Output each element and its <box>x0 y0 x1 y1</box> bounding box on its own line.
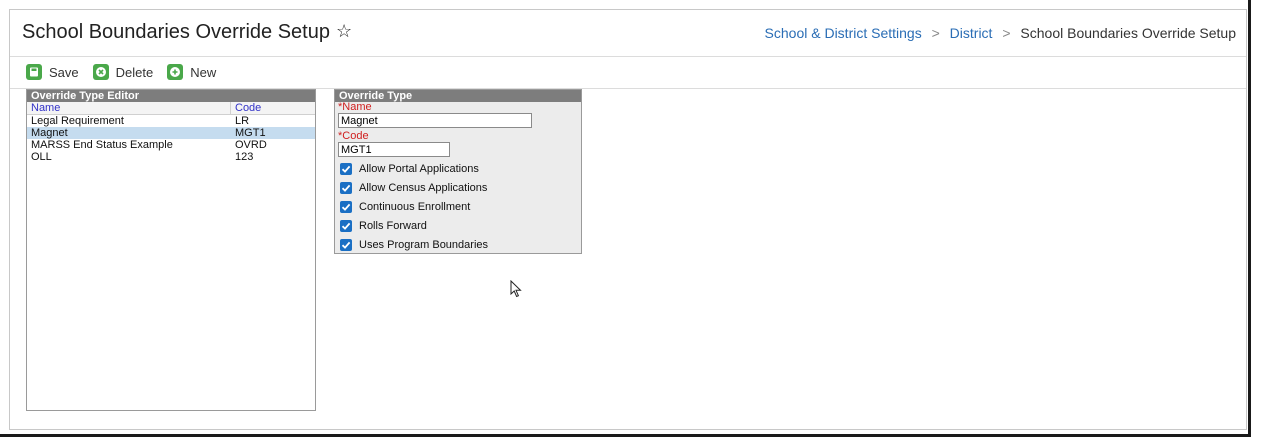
code-field[interactable] <box>338 142 450 157</box>
row-name: Magnet <box>31 127 68 139</box>
continuous-enrollment-checkbox[interactable]: Continuous Enrollment <box>335 197 581 216</box>
checkbox-checked-icon <box>340 200 352 213</box>
column-header-name[interactable]: Name <box>27 102 231 114</box>
checkbox-label: Uses Program Boundaries <box>359 238 489 251</box>
new-button[interactable]: New <box>167 64 216 80</box>
plus-icon <box>167 64 184 80</box>
checkbox-checked-icon <box>340 162 352 175</box>
new-label: New <box>190 64 217 80</box>
chevron-right-icon: > <box>1002 25 1011 41</box>
name-field[interactable] <box>338 113 532 128</box>
override-type-title: Override Type <box>335 90 581 102</box>
screenshot-frame: School Boundaries Override Setup ☆ School… <box>0 0 1251 437</box>
row-code: 123 <box>235 151 254 163</box>
override-type-panel: Override Type *Name *Code Allow Portal A… <box>334 89 582 254</box>
editor-title: Override Type Editor <box>27 90 315 102</box>
checkbox-checked-icon <box>340 238 352 251</box>
page-header: School Boundaries Override Setup ☆ School… <box>10 10 1246 57</box>
code-label: *Code <box>338 130 369 142</box>
column-header-code[interactable]: Code <box>231 102 261 114</box>
save-button[interactable]: Save <box>26 64 79 80</box>
breadcrumb-district[interactable]: District <box>950 25 993 41</box>
rolls-forward-checkbox[interactable]: Rolls Forward <box>335 216 581 235</box>
save-label: Save <box>49 64 79 80</box>
checkbox-label: Allow Portal Applications <box>359 162 479 175</box>
chevron-right-icon: > <box>931 25 940 41</box>
breadcrumb-current: School Boundaries Override Setup <box>1020 25 1236 41</box>
save-icon <box>26 64 42 80</box>
breadcrumb-school-district-settings[interactable]: School & District Settings <box>765 25 922 41</box>
checkbox-checked-icon <box>340 219 352 232</box>
uses-program-boundaries-checkbox[interactable]: Uses Program Boundaries <box>335 235 581 254</box>
name-label: *Name <box>338 101 372 113</box>
row-code: OVRD <box>235 139 267 151</box>
allow-census-applications-checkbox[interactable]: Allow Census Applications <box>335 178 581 197</box>
row-code: LR <box>235 115 250 127</box>
checkbox-checked-icon <box>340 181 352 194</box>
row-code: MGT1 <box>235 127 266 139</box>
allow-portal-applications-checkbox[interactable]: Allow Portal Applications <box>335 159 581 178</box>
action-toolbar: Save Delete New <box>26 61 230 83</box>
table-row-selected[interactable]: Magnet MGT1 <box>27 127 315 139</box>
table-row[interactable]: OLL 123 <box>27 151 315 163</box>
checkbox-label: Rolls Forward <box>359 219 427 232</box>
page-container: School Boundaries Override Setup ☆ School… <box>9 9 1247 430</box>
row-name: MARSS End Status Example <box>31 139 173 151</box>
override-type-editor: Override Type Editor Name Code Legal Req… <box>26 89 316 411</box>
delete-label: Delete <box>115 64 154 80</box>
row-name: OLL <box>31 151 52 163</box>
star-outline-icon[interactable]: ☆ <box>336 21 352 42</box>
page-title-wrap: School Boundaries Override Setup ☆ <box>22 21 352 44</box>
table-row[interactable]: MARSS End Status Example OVRD <box>27 139 315 151</box>
table-row[interactable]: Legal Requirement LR <box>27 115 315 127</box>
checkbox-label: Allow Census Applications <box>359 181 488 194</box>
editor-column-headers: Name Code <box>27 102 315 115</box>
delete-button[interactable]: Delete <box>92 64 154 80</box>
row-name: Legal Requirement <box>31 115 124 127</box>
page-title: School Boundaries Override Setup <box>22 21 330 43</box>
delete-icon <box>92 64 109 80</box>
checkbox-label: Continuous Enrollment <box>359 200 471 213</box>
mouse-pointer-icon <box>510 279 522 303</box>
breadcrumb: School & District Settings > District > … <box>765 25 1236 41</box>
